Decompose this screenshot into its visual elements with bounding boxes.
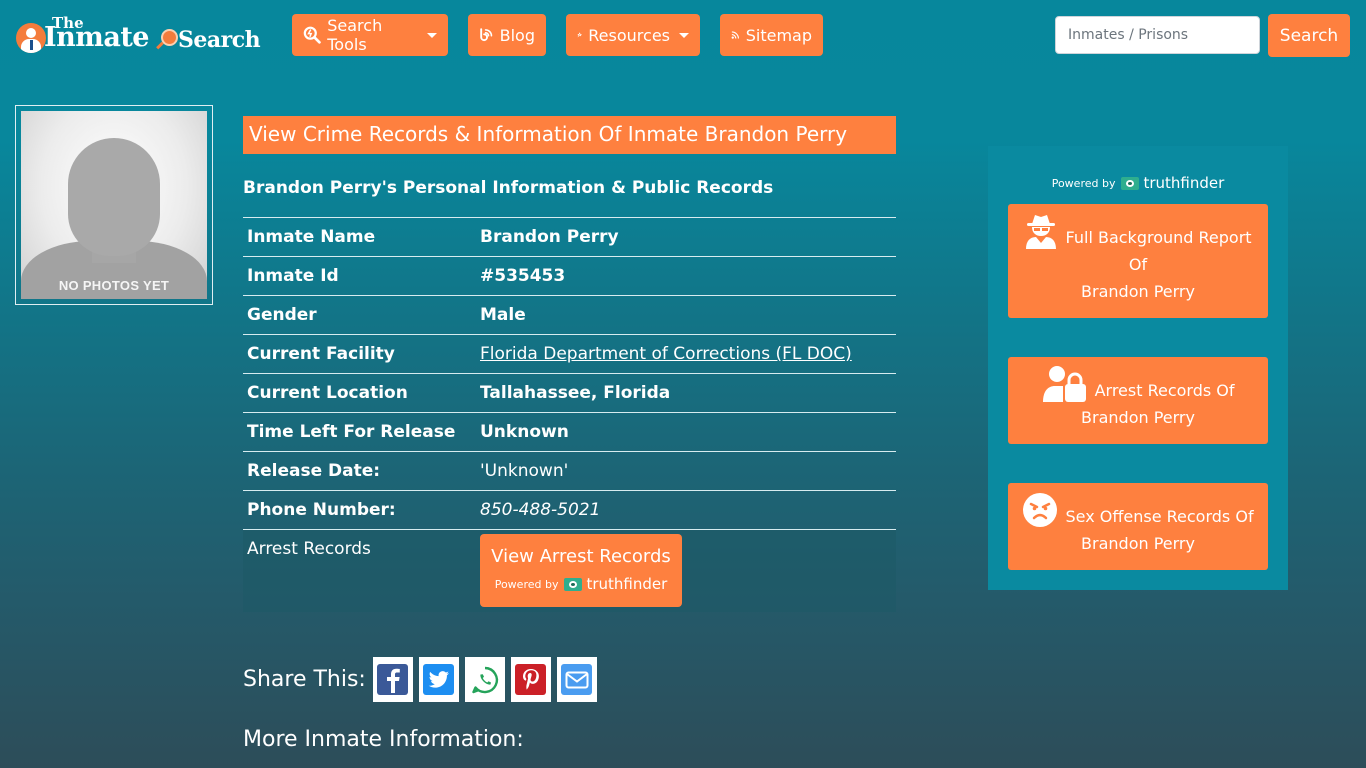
table-row: Inmate Name Brandon Perry: [243, 217, 896, 257]
nav-search-tools-button[interactable]: Search Tools: [292, 14, 448, 56]
table-row: Phone Number: 850-488-5021: [243, 490, 896, 530]
facebook-icon: [377, 664, 409, 695]
row-label: Gender: [247, 305, 317, 325]
arrest-records-button[interactable]: Arrest Records Of Brandon Perry: [1008, 357, 1268, 444]
silhouette-head: [68, 138, 160, 256]
row-value: Brandon Perry: [480, 227, 619, 247]
inmate-photo-placeholder: NO PHOTOS YET: [21, 111, 207, 299]
rss-icon: [731, 31, 739, 39]
pinterest-icon: [515, 664, 547, 695]
truthfinder-brand: truthfinder: [1143, 174, 1225, 192]
full-background-report-button[interactable]: Full Background Report Of Brandon Perry: [1008, 204, 1268, 318]
view-arrest-records-button[interactable]: View Arrest Records Powered by truthfind…: [480, 534, 682, 607]
row-label: Inmate Id: [247, 266, 339, 286]
twitter-icon: [423, 664, 455, 695]
table-row: Current Location Tallahassee, Florida: [243, 373, 896, 413]
row-label: Phone Number:: [247, 500, 396, 520]
row-label: Release Date:: [247, 461, 381, 481]
share-pinterest-button[interactable]: [510, 657, 551, 702]
inmate-avatar-icon: [16, 23, 46, 53]
table-row: Gender Male: [243, 295, 896, 335]
row-value: Male: [480, 305, 526, 325]
spy-icon: [1026, 215, 1057, 249]
share-twitter-button[interactable]: [418, 657, 459, 702]
section-subtitle: Brandon Perry's Personal Information & P…: [243, 178, 774, 198]
chevron-down-icon: [679, 32, 689, 38]
arrest-records-line1: Arrest Records Of: [1094, 381, 1235, 400]
nav-sitemap-label: Sitemap: [745, 25, 812, 45]
share-bar: Share This:: [243, 657, 603, 702]
magnifier-icon: [161, 29, 178, 46]
share-facebook-button[interactable]: [372, 657, 413, 702]
share-label: Share This:: [243, 667, 366, 692]
share-email-button[interactable]: [556, 657, 597, 702]
search-input[interactable]: [1055, 16, 1260, 54]
sex-offense-records-button[interactable]: Sex Offense Records Of Brandon Perry: [1008, 483, 1268, 570]
nav-resources-button[interactable]: Resources: [566, 14, 700, 56]
row-value: Unknown: [480, 422, 569, 442]
truthfinder-logo-icon: [1121, 176, 1140, 190]
blog-icon: [480, 28, 493, 42]
logo-text-search: Search: [178, 27, 261, 53]
row-label: Time Left For Release: [247, 422, 456, 442]
view-arrest-records-label: View Arrest Records: [491, 546, 671, 567]
row-value: #535453: [480, 266, 566, 286]
search-tools-icon: [303, 26, 321, 44]
full-background-line3: Brandon Perry: [1081, 282, 1195, 301]
angry-face-icon: [1023, 493, 1058, 527]
table-row: Arrest Records View Arrest Records Power…: [243, 529, 896, 612]
chevron-down-icon: [427, 32, 437, 38]
nav-blog-button[interactable]: Blog: [468, 14, 546, 56]
powered-by: Powered by truthfinder: [480, 575, 682, 593]
phone-number: 850-488-5021: [480, 500, 601, 520]
nav-sitemap-button[interactable]: Sitemap: [720, 14, 823, 56]
leaf-icon: [577, 32, 582, 38]
nav-resources-label: Resources: [588, 25, 670, 45]
full-background-line1: Full Background Report: [1065, 228, 1252, 247]
row-label: Current Location: [247, 383, 408, 403]
more-inmate-info-heading: More Inmate Information:: [243, 727, 524, 752]
email-icon: [561, 664, 593, 695]
truthfinder-sidebar: Powered by truthfinder Full Background R…: [988, 146, 1288, 590]
full-background-line2: Of: [1128, 255, 1148, 274]
truthfinder-logo-icon: [564, 577, 583, 591]
site-logo[interactable]: The Inmate Search: [14, 14, 270, 60]
nav-search-tools-label: Search Tools: [327, 16, 383, 54]
inmate-info-table: Inmate Name Brandon Perry Inmate Id #535…: [243, 217, 896, 612]
row-label: Arrest Records: [247, 539, 371, 559]
user-lock-icon: [1043, 366, 1087, 402]
row-value: 'Unknown': [480, 461, 569, 481]
search-button[interactable]: Search: [1268, 14, 1350, 57]
page-title: View Crime Records & Information Of Inma…: [243, 116, 896, 154]
row-value: Tallahassee, Florida: [480, 383, 671, 403]
no-photo-caption: NO PHOTOS YET: [58, 278, 170, 293]
share-whatsapp-button[interactable]: [464, 657, 505, 702]
table-row: Release Date: 'Unknown': [243, 451, 896, 491]
row-label: Inmate Name: [247, 227, 376, 247]
truthfinder-brand: truthfinder: [586, 575, 668, 593]
powered-by-label: Powered by: [494, 577, 559, 591]
arrest-records-line2: Brandon Perry: [1081, 408, 1195, 427]
whatsapp-icon: [469, 664, 501, 695]
powered-by-label: Powered by: [1051, 176, 1116, 190]
nav-blog-label: Blog: [499, 25, 535, 45]
inmate-photo-frame: NO PHOTOS YET: [15, 105, 213, 305]
logo-text-inmate: Inmate: [44, 22, 149, 53]
facility-link[interactable]: Florida Department of Corrections (FL DO…: [480, 344, 852, 364]
table-row: Current Facility Florida Department of C…: [243, 334, 896, 374]
row-label: Current Facility: [247, 344, 395, 364]
table-row: Inmate Id #535453: [243, 256, 896, 296]
sex-offense-line1: Sex Offense Records Of: [1065, 507, 1254, 526]
sidebar-powered-by: Powered by truthfinder: [988, 174, 1288, 192]
table-row: Time Left For Release Unknown: [243, 412, 896, 452]
sex-offense-line2: Brandon Perry: [1081, 534, 1195, 553]
